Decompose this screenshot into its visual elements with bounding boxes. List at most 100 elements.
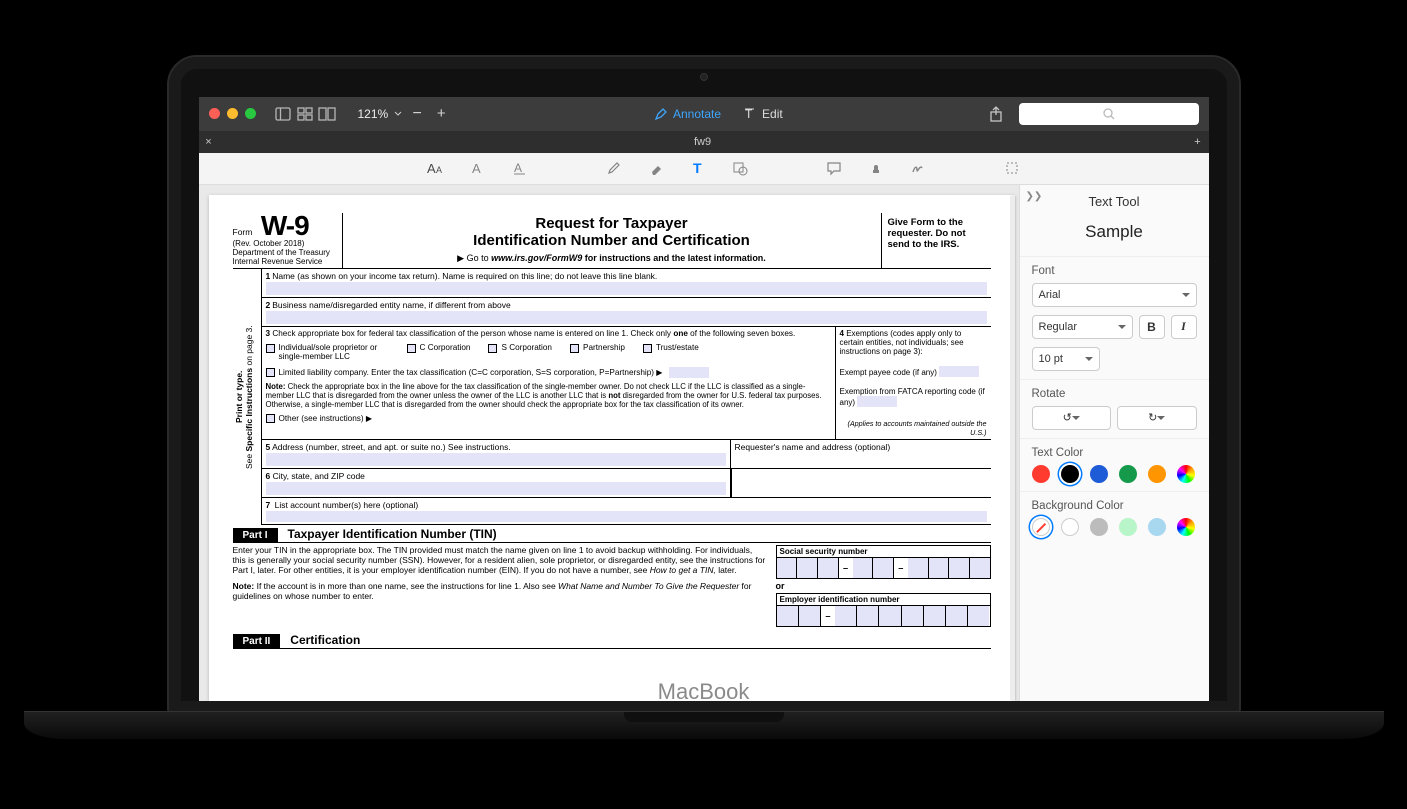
svg-text:A: A	[436, 165, 442, 175]
select-icon[interactable]	[1002, 158, 1022, 178]
tab-title[interactable]: fw9	[219, 136, 1187, 148]
bg-color-blue[interactable]	[1148, 518, 1166, 536]
note-icon[interactable]	[824, 158, 844, 178]
edit-icon: T	[745, 107, 757, 121]
italic-button[interactable]: I	[1171, 315, 1197, 339]
text-color-blue[interactable]	[1090, 465, 1108, 483]
checkbox-llc[interactable]: Limited liability company. Enter the tax…	[266, 367, 709, 378]
bg-color-gray[interactable]	[1090, 518, 1108, 536]
ein-field[interactable]: –	[776, 605, 991, 627]
bg-color-label: Background Color	[1032, 500, 1197, 512]
annotate-mode-button[interactable]: Annotate	[654, 107, 721, 121]
zoom-control: 121% − +	[358, 105, 451, 123]
checkbox-trust[interactable]: Trust/estate	[643, 343, 699, 361]
bg-color-custom[interactable]	[1177, 518, 1195, 536]
svg-text:A: A	[472, 161, 481, 176]
new-tab-button[interactable]: +	[1187, 136, 1209, 148]
view-mode-icon[interactable]	[318, 105, 336, 123]
sample-preview: Sample	[1020, 218, 1209, 256]
font-size-select[interactable]: 10 pt	[1032, 347, 1100, 371]
line-2: 2Business name/disregarded entity name, …	[262, 298, 991, 327]
text-color-label: Text Color	[1032, 447, 1197, 459]
tin-boxes: Social security number – – or Employer i…	[776, 545, 991, 627]
minimize-window-button[interactable]	[227, 108, 238, 119]
rotate-cw-button[interactable]: ↻	[1117, 406, 1197, 430]
tab-close-button[interactable]: ×	[199, 136, 219, 148]
text-color-red[interactable]	[1032, 465, 1050, 483]
checkbox-other[interactable]: Other (see instructions) ▶	[266, 413, 373, 423]
laptop-brand: MacBook	[154, 679, 1254, 705]
form-header-left: Form W-9 (Rev. October 2018) Department …	[233, 213, 343, 269]
font-label: Font	[1032, 265, 1197, 277]
line-5: 5 Address (number, street, and apt. or s…	[262, 440, 731, 468]
zoom-dropdown-icon[interactable]	[394, 111, 402, 117]
underline-icon[interactable]: A	[510, 158, 530, 178]
form-header-right: Give Form to the requester. Do not send …	[881, 213, 991, 269]
line-1: 1Name (as shown on your income tax retur…	[262, 269, 991, 298]
text-tool-icon[interactable]: T	[688, 158, 708, 178]
bg-color-none[interactable]	[1032, 518, 1050, 536]
form-title: Request for Taxpayer Identification Numb…	[343, 213, 881, 231]
field-llc-class[interactable]	[669, 367, 709, 378]
field-business[interactable]	[266, 311, 987, 324]
svg-text:T: T	[693, 160, 702, 176]
app-window: 121% − + Annotate T Edit	[199, 97, 1209, 701]
field-exempt-payee[interactable]	[939, 366, 979, 377]
line-3: 3 Check appropriate box for federal tax …	[262, 327, 836, 439]
text-color-swatches	[1032, 465, 1197, 483]
rotate-label: Rotate	[1032, 388, 1197, 400]
svg-text:A: A	[514, 161, 522, 175]
pdf-page: Form W-9 (Rev. October 2018) Department …	[209, 195, 1015, 701]
close-window-button[interactable]	[209, 108, 220, 119]
field-address[interactable]	[266, 453, 726, 466]
field-city[interactable]	[266, 482, 726, 495]
bold-button[interactable]: B	[1139, 315, 1165, 339]
edit-mode-button[interactable]: T Edit	[745, 107, 783, 121]
collapse-panel-icon[interactable]: ❯❯	[1026, 191, 1043, 202]
text-color-black[interactable]	[1061, 465, 1079, 483]
field-name[interactable]	[266, 282, 987, 295]
stamp-icon[interactable]	[866, 158, 886, 178]
bg-color-swatches	[1032, 518, 1197, 536]
line-6: 6 City, state, and ZIP code	[262, 469, 731, 497]
checkbox-partnership[interactable]: Partnership	[570, 343, 625, 361]
text-color-orange[interactable]	[1148, 465, 1166, 483]
share-icon[interactable]	[987, 105, 1005, 123]
checkbox-c-corp[interactable]: C Corporation	[407, 343, 471, 361]
laptop-base	[24, 711, 1384, 739]
checkbox-individual[interactable]: Individual/sole proprietor or single-mem…	[266, 343, 389, 361]
text-color-green[interactable]	[1119, 465, 1137, 483]
bg-color-white[interactable]	[1061, 518, 1079, 536]
text-style-icon[interactable]: AA	[426, 158, 446, 178]
field-fatca[interactable]	[857, 396, 897, 407]
field-accounts[interactable]	[266, 511, 987, 522]
text-color-custom[interactable]	[1177, 465, 1195, 483]
requester-box: Requester's name and address (optional)	[731, 440, 991, 468]
search-field[interactable]	[1019, 103, 1199, 125]
rotate-ccw-button[interactable]: ↺	[1032, 406, 1112, 430]
sidebar-toggle-icon[interactable]	[274, 105, 292, 123]
annotation-toolbar: AA A A T	[199, 153, 1209, 185]
zoom-value[interactable]: 121%	[358, 107, 389, 121]
font-family-select[interactable]: Arial	[1032, 283, 1197, 307]
ssn-field[interactable]: – –	[776, 557, 991, 579]
shape-icon[interactable]	[730, 158, 750, 178]
search-icon	[1103, 108, 1115, 120]
signature-icon[interactable]	[908, 158, 928, 178]
window-controls	[209, 108, 256, 119]
fullscreen-window-button[interactable]	[245, 108, 256, 119]
checkbox-s-corp[interactable]: S Corporation	[488, 343, 552, 361]
part-1-header: Part ITaxpayer Identification Number (TI…	[233, 527, 991, 543]
title-toolbar: 121% − + Annotate T Edit	[199, 97, 1209, 131]
thumbnails-icon[interactable]	[296, 105, 314, 123]
pencil-icon[interactable]	[604, 158, 624, 178]
tab-bar: × fw9 +	[199, 131, 1209, 153]
line-4: 4 Exemptions (codes apply only to certai…	[836, 327, 991, 439]
eraser-icon[interactable]	[646, 158, 666, 178]
zoom-out-button[interactable]: −	[408, 105, 426, 123]
document-viewport[interactable]: Form W-9 (Rev. October 2018) Department …	[199, 185, 1019, 701]
bg-color-green[interactable]	[1119, 518, 1137, 536]
font-style-select[interactable]: Regular	[1032, 315, 1133, 339]
highlight-icon[interactable]: A	[468, 158, 488, 178]
zoom-in-button[interactable]: +	[432, 105, 450, 123]
